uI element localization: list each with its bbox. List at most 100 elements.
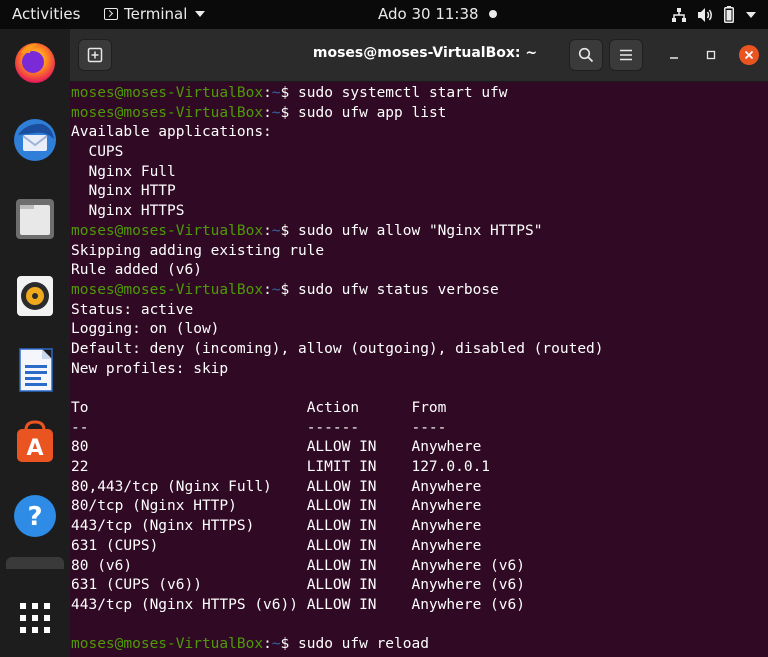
libreoffice-writer-icon bbox=[19, 348, 53, 392]
chevron-down-icon bbox=[746, 11, 756, 18]
prompt-path: ~ bbox=[271, 104, 281, 121]
command-line: moses@moses-VirtualBox:~$ sudo systemctl… bbox=[71, 84, 768, 104]
chevron-down-icon bbox=[195, 11, 206, 17]
battery-icon bbox=[724, 6, 734, 23]
dock: A ? bbox=[0, 29, 70, 657]
prompt-end: $ bbox=[280, 104, 298, 121]
prompt-end: $ bbox=[280, 636, 298, 653]
top-bar: Activities Terminal Ado 30 11:38 bbox=[0, 0, 768, 29]
command-line: moses@moses-VirtualBox:~$ sudo ufw reloa… bbox=[71, 635, 768, 655]
minimize-button[interactable] bbox=[662, 43, 686, 67]
terminal-window: moses@moses-VirtualBox: ~ moses@moses-Vi… bbox=[70, 29, 768, 657]
terminal-output[interactable]: moses@moses-VirtualBox:~$ sudo systemctl… bbox=[70, 82, 768, 657]
command-text: sudo ufw status verbose bbox=[298, 281, 499, 298]
help-icon: ? bbox=[14, 495, 56, 537]
command-text: sudo ufw allow "Nginx HTTPS" bbox=[298, 222, 543, 239]
prompt-path: ~ bbox=[271, 281, 281, 298]
command-text: sudo ufw reload bbox=[298, 636, 429, 653]
command-text: sudo systemctl start ufw bbox=[298, 85, 508, 101]
output-line: CUPS bbox=[71, 144, 124, 161]
prompt-separator: : bbox=[263, 85, 272, 101]
prompt-end: $ bbox=[280, 281, 298, 298]
output-line: Rule added (v6) bbox=[71, 262, 202, 279]
output-line: 80 ALLOW IN Anywhere bbox=[71, 439, 482, 456]
firefox-icon bbox=[15, 43, 55, 83]
output-line: To Action From bbox=[71, 400, 447, 416]
output-line: Nginx Full bbox=[71, 163, 176, 180]
output-line: 22 LIMIT IN 127.0.0.1 bbox=[71, 459, 491, 476]
prompt-path: ~ bbox=[271, 85, 281, 101]
output-line: New profiles: skip bbox=[71, 360, 229, 377]
dock-files[interactable] bbox=[12, 195, 58, 241]
files-icon bbox=[16, 199, 54, 239]
output-line: 631 (CUPS) ALLOW IN Anywhere bbox=[71, 537, 482, 554]
prompt-end: $ bbox=[280, 222, 298, 239]
dock-help[interactable]: ? bbox=[12, 493, 58, 539]
window-title: moses@moses-VirtualBox: ~ bbox=[312, 45, 538, 61]
thunderbird-icon bbox=[14, 119, 56, 161]
output-line: Nginx HTTP bbox=[71, 183, 176, 200]
output-line: 631 (CUPS (v6)) ALLOW IN Anywhere (v6) bbox=[71, 577, 525, 594]
dock-show-applications[interactable] bbox=[12, 595, 58, 641]
output-line: 443/tcp (Nginx HTTPS (v6)) ALLOW IN Anyw… bbox=[71, 596, 525, 613]
maximize-icon bbox=[706, 50, 716, 60]
dock-thunderbird[interactable] bbox=[12, 117, 58, 163]
svg-text:?: ? bbox=[27, 502, 42, 532]
volume-icon bbox=[698, 7, 712, 22]
app-menu-button[interactable]: Terminal bbox=[104, 5, 206, 23]
prompt-user: moses@moses-VirtualBox bbox=[71, 636, 264, 653]
ubuntu-software-icon: A bbox=[17, 420, 53, 462]
hamburger-menu-icon bbox=[620, 49, 632, 61]
activities-button[interactable]: Activities bbox=[12, 5, 80, 23]
dock-libreoffice-writer[interactable] bbox=[12, 347, 58, 393]
dock-ubuntu-software[interactable]: A bbox=[12, 418, 58, 464]
command-line: moses@moses-VirtualBox:~$ sudo ufw app l… bbox=[71, 104, 768, 124]
dock-rhythmbox[interactable] bbox=[12, 272, 58, 318]
clock-label: Ado 30 11:38 bbox=[378, 5, 479, 23]
output-line: Nginx HTTPS bbox=[71, 203, 185, 220]
show-applications-icon bbox=[20, 603, 50, 633]
prompt-separator: : bbox=[263, 636, 272, 653]
output-line: 443/tcp (Nginx HTTPS) ALLOW IN Anywhere bbox=[71, 518, 482, 535]
maximize-button[interactable] bbox=[699, 43, 723, 67]
prompt-separator: : bbox=[263, 104, 272, 121]
headerbar: moses@moses-VirtualBox: ~ bbox=[70, 29, 768, 82]
prompt-path: ~ bbox=[271, 636, 281, 653]
command-line: moses@moses-VirtualBox:~$ sudo ufw statu… bbox=[71, 281, 768, 301]
prompt-path: ~ bbox=[271, 222, 281, 239]
notification-dot-icon bbox=[488, 10, 497, 18]
new-tab-icon bbox=[87, 47, 103, 63]
menu-button[interactable] bbox=[609, 39, 643, 71]
prompt-user: moses@moses-VirtualBox bbox=[71, 104, 264, 121]
search-icon bbox=[578, 47, 594, 63]
search-button[interactable] bbox=[569, 39, 603, 71]
svg-text:A: A bbox=[26, 436, 43, 461]
output-line: Status: active bbox=[71, 301, 194, 318]
close-button[interactable] bbox=[737, 43, 761, 67]
prompt-user: moses@moses-VirtualBox bbox=[71, 85, 264, 101]
dock-separator bbox=[6, 557, 64, 569]
network-icon bbox=[672, 7, 686, 22]
prompt-end: $ bbox=[280, 85, 298, 101]
dock-firefox[interactable] bbox=[12, 39, 58, 85]
new-tab-button[interactable] bbox=[78, 39, 112, 71]
command-text: sudo ufw app list bbox=[298, 104, 447, 121]
terminal-icon bbox=[104, 8, 118, 20]
system-menu-button[interactable] bbox=[671, 6, 756, 23]
app-menu-label: Terminal bbox=[124, 5, 188, 23]
prompt-user: moses@moses-VirtualBox bbox=[71, 281, 264, 298]
close-icon bbox=[739, 45, 759, 65]
prompt-separator: : bbox=[263, 222, 272, 239]
output-line: Logging: on (low) bbox=[71, 321, 220, 338]
command-line: moses@moses-VirtualBox:~$ sudo ufw allow… bbox=[71, 222, 768, 242]
output-line: 80/tcp (Nginx HTTP) ALLOW IN Anywhere bbox=[71, 498, 482, 515]
output-line: 80,443/tcp (Nginx Full) ALLOW IN Anywher… bbox=[71, 478, 482, 495]
prompt-separator: : bbox=[263, 281, 272, 298]
clock-button[interactable]: Ado 30 11:38 bbox=[378, 5, 497, 23]
output-line: -- ------ ---- bbox=[71, 419, 447, 436]
output-line: Available applications: bbox=[71, 124, 272, 141]
output-line: Default: deny (incoming), allow (outgoin… bbox=[71, 340, 604, 357]
prompt-user: moses@moses-VirtualBox bbox=[71, 222, 264, 239]
